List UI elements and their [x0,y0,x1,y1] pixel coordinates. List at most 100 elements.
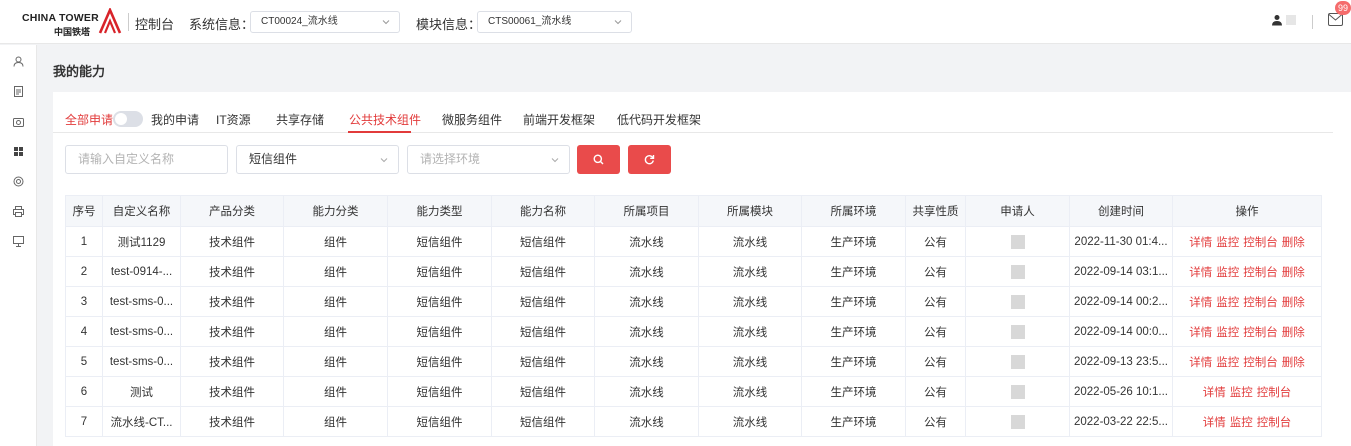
table-row: 5 test-sms-0... 技术组件 组件 短信组件 短信组件 流水线 流水线 生产环境 公有… [65,346,1322,377]
component-type-select[interactable]: 短信组件 [236,145,399,174]
content-card: 全部申请 我的申请 IT资源 共享存储 公共技术组件 微服务组件 前端开发框架 … [53,92,1351,446]
cell-cap-cat: 组件 [283,226,388,257]
console-link[interactable]: 控制台 [1243,267,1278,279]
china-tower-logo[interactable]: CHINA TOWER 中国铁塔 [22,8,122,37]
tab-frontend-framework[interactable]: 前端开发框架 [523,111,595,128]
cell-cap-cat: 组件 [283,256,388,287]
cell-product: 技术组件 [180,286,284,317]
apply-scope-toggle[interactable] [113,111,143,127]
grid-icon[interactable] [13,146,24,157]
applicant-blurred [1010,384,1025,399]
detail-link[interactable]: 详情 [1189,357,1212,369]
console-link[interactable]: 控制台 [1257,417,1292,429]
detail-link[interactable]: 详情 [1203,417,1226,429]
user-icon[interactable] [1271,14,1283,26]
column-header: 申请人 [965,195,1070,227]
cell-created: 2022-09-13 23:5... [1069,346,1173,377]
console-link[interactable]: 控制台 [1243,327,1278,339]
monitor-icon[interactable] [13,236,24,247]
delete-link[interactable]: 删除 [1282,357,1305,369]
monitor-link[interactable]: 监控 [1216,267,1239,279]
top-header: CHINA TOWER 中国铁塔 控制台 系统信息： CT00024_流水线 模… [0,0,1351,44]
reset-button[interactable] [628,145,671,174]
monitor-link[interactable]: 监控 [1216,327,1239,339]
monitor-link[interactable]: 监控 [1216,297,1239,309]
cell-created: 2022-05-26 10:1... [1069,376,1173,407]
cell-operations: 详情 监控 控制台 删除 [1172,316,1322,347]
console-link[interactable]: 控制台 [1257,387,1292,399]
detail-link[interactable]: 详情 [1189,237,1212,249]
camera-icon[interactable] [13,116,24,127]
cell-cap-type: 短信组件 [387,226,492,257]
cell-no: 2 [65,256,103,287]
cell-name: test-0914-... [102,256,181,287]
monitor-link[interactable]: 监控 [1216,237,1239,249]
column-header: 自定义名称 [102,195,181,227]
console-link[interactable]: 控制台 [1243,237,1278,249]
tab-public-tech-components[interactable]: 公共技术组件 [349,111,421,128]
delete-link[interactable]: 删除 [1282,297,1305,309]
detail-link[interactable]: 详情 [1189,327,1212,339]
user-name-blurred[interactable] [1286,15,1296,25]
cell-created: 2022-09-14 03:1... [1069,256,1173,287]
applicant-blurred [1010,294,1025,309]
cell-created: 2022-09-14 00:2... [1069,286,1173,317]
delete-link[interactable]: 删除 [1282,327,1305,339]
user-icon[interactable] [13,56,24,67]
cell-operations: 详情 监控 控制台 删除 [1172,286,1322,317]
module-select[interactable]: CTS00061_流水线 [477,11,632,33]
custom-name-input[interactable]: 请输入自定义名称 [65,145,228,174]
cell-cap-type: 短信组件 [387,286,492,317]
tab-microservice-components[interactable]: 微服务组件 [442,111,502,128]
applicant-blurred [1010,324,1025,339]
printer-icon[interactable] [13,206,24,217]
cell-cap-cat: 组件 [283,346,388,377]
monitor-link[interactable]: 监控 [1216,357,1239,369]
console-link[interactable]: 控制台 [1243,297,1278,309]
component-type-value: 短信组件 [249,152,298,166]
cell-applicant [965,286,1070,317]
cell-no: 5 [65,346,103,377]
environment-select[interactable]: 请选择环境 [407,145,570,174]
cell-module: 流水线 [698,406,802,437]
detail-link[interactable]: 详情 [1189,297,1212,309]
system-select[interactable]: CT00024_流水线 [250,11,400,33]
environment-placeholder: 请选择环境 [420,152,481,166]
monitor-link[interactable]: 监控 [1230,387,1253,399]
cell-env: 生产环境 [801,226,906,257]
delete-link[interactable]: 删除 [1282,237,1305,249]
cell-cap-cat: 组件 [283,286,388,317]
cell-operations: 详情 监控 控制台 删除 [1172,226,1322,257]
cell-created: 2022-09-14 00:0... [1069,316,1173,347]
module-info-label: 模块信息： [416,17,482,32]
cell-cap-name: 短信组件 [491,376,595,407]
cell-project: 流水线 [594,406,699,437]
tab-it-resources[interactable]: IT资源 [216,111,251,128]
tab-shared-storage[interactable]: 共享存储 [276,111,324,128]
console-title[interactable]: 控制台 [135,14,174,33]
delete-link[interactable]: 删除 [1282,267,1305,279]
my-apply-label[interactable]: 我的申请 [151,111,199,128]
header-divider [128,13,129,31]
cell-module: 流水线 [698,256,802,287]
cell-created: 2022-03-22 22:5... [1069,406,1173,437]
cell-cap-name: 短信组件 [491,406,595,437]
cell-project: 流水线 [594,226,699,257]
refresh-icon [644,155,655,165]
system-select-value: CT00024_流水线 [261,16,338,27]
table-row: 6 测试 技术组件 组件 短信组件 短信组件 流水线 流水线 生产环境 公有 2022-05-26 … [65,376,1322,407]
main-content: 我的能力 全部申请 我的申请 IT资源 共享存储 公共技术组件 微服务组件 前端… [38,45,1351,446]
detail-link[interactable]: 详情 [1189,267,1212,279]
monitor-link[interactable]: 监控 [1230,417,1253,429]
search-button[interactable] [577,145,620,174]
document-icon[interactable] [13,86,24,97]
active-tab-indicator [348,131,411,133]
tab-lowcode-framework[interactable]: 低代码开发框架 [617,111,701,128]
cell-cap-type: 短信组件 [387,346,492,377]
cell-cap-name: 短信组件 [491,316,595,347]
console-link[interactable]: 控制台 [1243,357,1278,369]
cell-env: 生产环境 [801,286,906,317]
circle-icon[interactable] [13,176,24,187]
all-apply-label[interactable]: 全部申请 [65,111,113,128]
detail-link[interactable]: 详情 [1203,387,1226,399]
